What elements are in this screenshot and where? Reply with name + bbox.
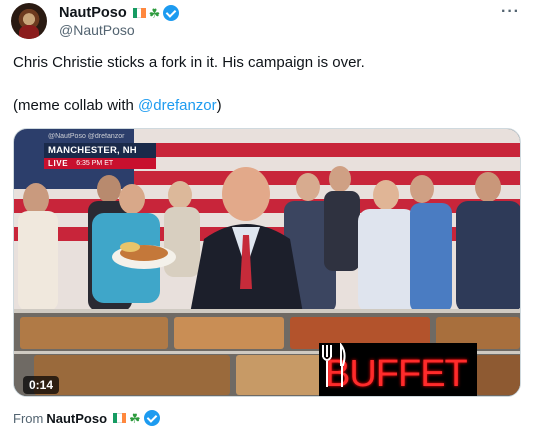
collab-mention-link[interactable]: @drefanzor [138, 97, 217, 114]
display-name[interactable]: NautPoso [59, 5, 127, 21]
buffet-sign: BUFFET [319, 343, 477, 396]
avatar[interactable] [11, 3, 47, 39]
shamrock-icon: ☘ [129, 410, 141, 426]
live-bar: LIVE 6:35 PM ET [44, 158, 156, 169]
location-label: MANCHESTER, NH [44, 143, 156, 158]
from-label: From [13, 410, 44, 426]
author-name-row: NautPoso ☘ [59, 4, 180, 22]
video-player[interactable]: @NautPoso @drefanzor MANCHESTER, NH LIVE… [13, 128, 521, 397]
video-watermark: @NautPoso @drefanzor [48, 133, 125, 140]
collab-suffix: ) [216, 97, 222, 114]
from-attribution: From NautPoso ☘ [13, 410, 160, 426]
news-lower-third: MANCHESTER, NH LIVE 6:35 PM ET [44, 143, 156, 169]
tweet-text: Chris Christie sticks a fork in it. His … [13, 54, 365, 71]
verified-badge-icon[interactable] [163, 5, 180, 21]
ireland-flag-icon [113, 413, 126, 423]
more-options-icon[interactable]: ··· [501, 3, 520, 21]
fork-knife-icon [322, 343, 346, 387]
live-label: LIVE [44, 158, 73, 169]
tweet: NautPoso ☘ @NautPoso ··· Chris Christie … [0, 0, 534, 435]
handle[interactable]: @NautPoso [59, 22, 135, 38]
ireland-flag-icon [132, 8, 146, 18]
tweet-collab-text: (meme collab with @drefanzor) [13, 96, 222, 115]
verified-badge-icon[interactable] [143, 410, 160, 426]
from-name-link[interactable]: NautPoso [46, 411, 107, 426]
collab-prefix: (meme collab with [13, 97, 139, 114]
live-time: 6:35 PM ET [72, 158, 156, 169]
shamrock-icon: ☘ [148, 5, 161, 21]
video-duration: 0:14 [23, 376, 60, 394]
